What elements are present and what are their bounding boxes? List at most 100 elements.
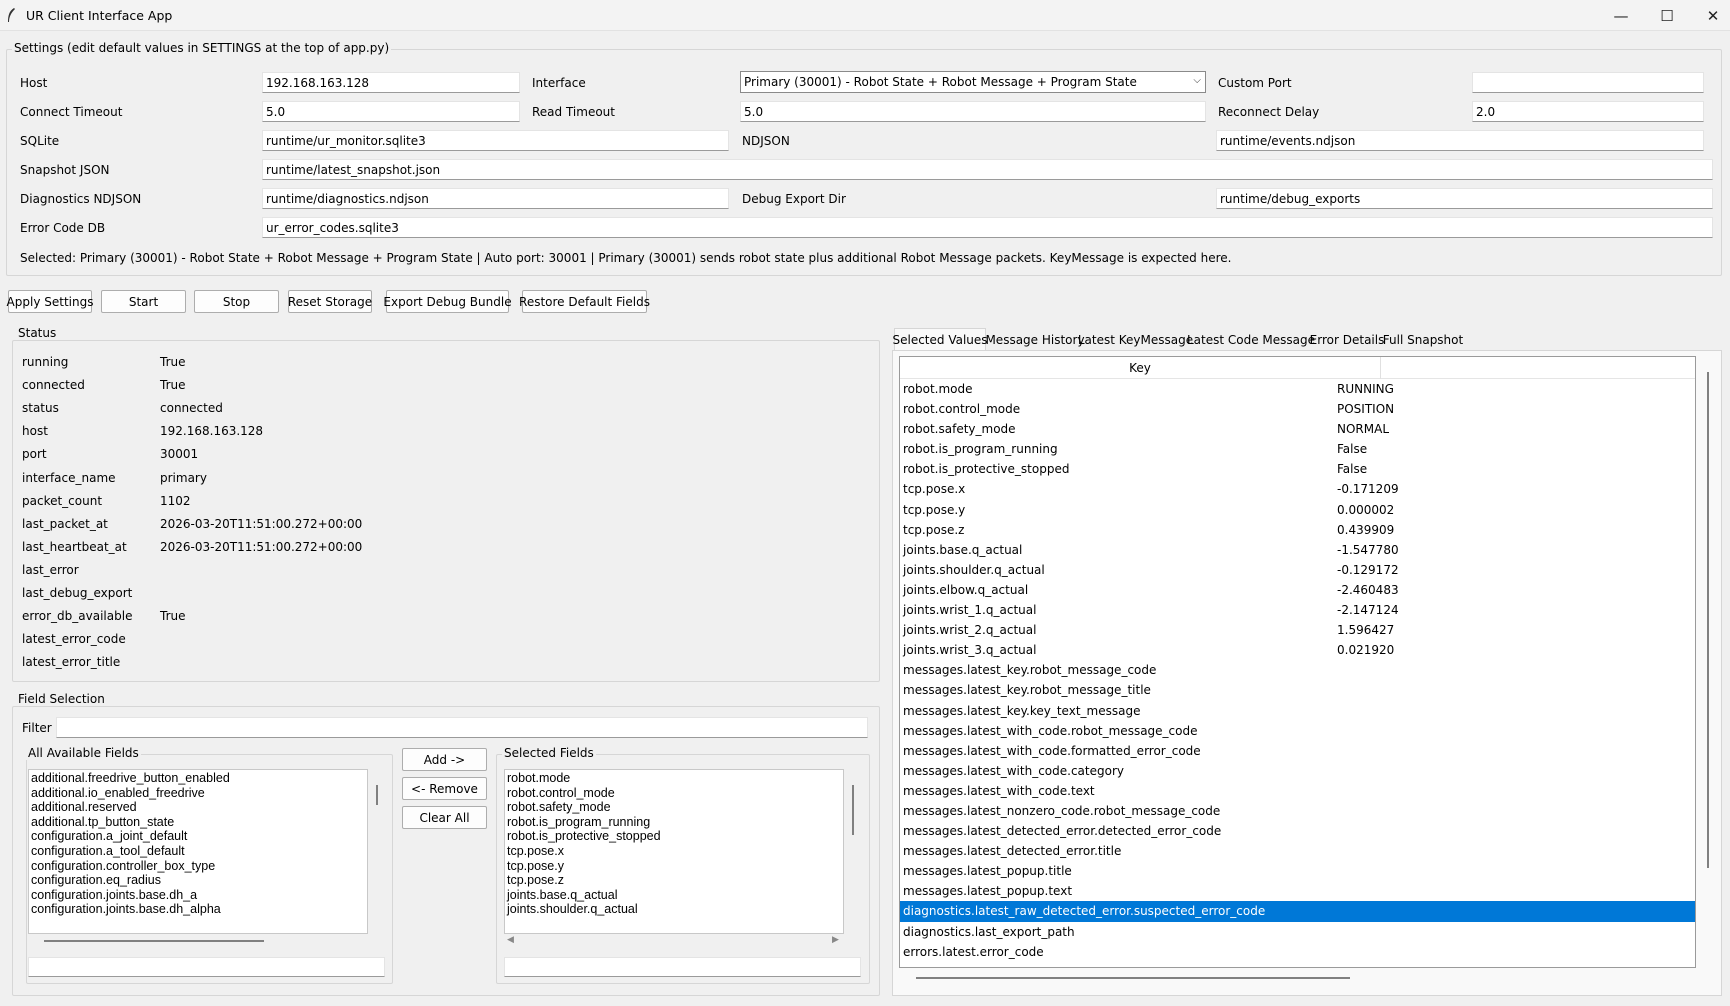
available-fields-hscrollbar[interactable] bbox=[44, 940, 264, 942]
table-row[interactable]: messages.latest_nonzero_code.robot_messa… bbox=[900, 801, 1695, 821]
table-row[interactable]: messages.latest_with_code.robot_message_… bbox=[900, 721, 1695, 741]
table-row[interactable]: joints.elbow.q_actual -2.460483 bbox=[900, 580, 1695, 600]
table-row[interactable]: messages.latest_with_code.category bbox=[900, 761, 1695, 781]
list-item[interactable]: joints.shoulder.q_actual bbox=[505, 902, 843, 917]
custom-port-input[interactable] bbox=[1472, 72, 1704, 93]
table-row[interactable]: tcp.pose.y 0.000002 bbox=[900, 500, 1695, 520]
diagnostics-ndjson-input[interactable]: runtime/diagnostics.ndjson bbox=[262, 188, 729, 209]
table-row[interactable]: joints.wrist_3.q_actual 0.021920 bbox=[900, 640, 1695, 660]
table-row[interactable]: messages.latest_key.robot_message_code bbox=[900, 660, 1695, 680]
start-button[interactable]: Start bbox=[101, 290, 186, 313]
list-item[interactable]: configuration.a_joint_default bbox=[29, 829, 367, 844]
table-row[interactable]: messages.latest_with_code.formatted_erro… bbox=[900, 741, 1695, 761]
available-fields-list[interactable]: additional.freedrive_button_enabled addit… bbox=[28, 769, 368, 934]
table-row[interactable]: tcp.pose.x -0.171209 bbox=[900, 479, 1695, 499]
table-row[interactable]: joints.wrist_2.q_actual 1.596427 bbox=[900, 620, 1695, 640]
row-key: messages.latest_detected_error.title bbox=[903, 844, 1122, 859]
list-item[interactable]: additional.freedrive_button_enabled bbox=[29, 771, 367, 786]
available-fields-entry[interactable] bbox=[28, 957, 385, 977]
table-row[interactable]: robot.safety_mode NORMAL bbox=[900, 419, 1695, 439]
selected-fields-entry[interactable] bbox=[504, 957, 861, 977]
table-row[interactable]: messages.latest_with_code.text bbox=[900, 781, 1695, 801]
clear-all-button[interactable]: Clear All bbox=[402, 806, 487, 829]
key-column-header[interactable]: Key bbox=[900, 361, 1380, 375]
table-row[interactable]: messages.latest_popup.title bbox=[900, 861, 1695, 881]
list-item[interactable]: tcp.pose.x bbox=[505, 844, 843, 859]
list-item[interactable]: additional.io_enabled_freedrive bbox=[29, 786, 367, 801]
selected-values-table[interactable]: Key robot.mode RUNNING robot.control_mode P… bbox=[899, 356, 1696, 968]
list-item[interactable]: joints.base.q_actual bbox=[505, 888, 843, 903]
table-row[interactable]: messages.latest_popup.text bbox=[900, 881, 1695, 901]
list-item[interactable]: robot.is_program_running bbox=[505, 815, 843, 830]
remove-field-button[interactable]: <- Remove bbox=[402, 777, 487, 800]
table-row[interactable]: messages.latest_key.key_text_message bbox=[900, 701, 1695, 721]
table-row[interactable]: diagnostics.latest_raw_detected_error.su… bbox=[900, 901, 1695, 922]
list-item[interactable]: tcp.pose.y bbox=[505, 859, 843, 874]
list-item[interactable]: additional.reserved bbox=[29, 800, 367, 815]
read-timeout-input[interactable]: 5.0 bbox=[740, 101, 1206, 122]
filter-input[interactable] bbox=[56, 717, 868, 738]
tab-full-snapshot[interactable]: Full Snapshot bbox=[1383, 330, 1463, 350]
debug-export-dir-input[interactable]: runtime/debug_exports bbox=[1216, 188, 1713, 209]
scroll-left-icon[interactable]: ◀ bbox=[507, 935, 514, 945]
minimize-button[interactable]: — bbox=[1598, 0, 1644, 31]
selected-fields-list[interactable]: robot.mode robot.control_mode robot.safety… bbox=[504, 769, 844, 934]
list-item[interactable]: configuration.eq_radius bbox=[29, 873, 367, 888]
tab-message-history[interactable]: Message History bbox=[985, 330, 1084, 350]
reconnect-delay-input[interactable]: 2.0 bbox=[1472, 101, 1704, 122]
list-item[interactable]: robot.control_mode bbox=[505, 786, 843, 801]
stop-button[interactable]: Stop bbox=[194, 290, 279, 313]
tab-selected-values[interactable]: Selected Values bbox=[892, 328, 988, 350]
table-row[interactable]: joints.shoulder.q_actual -0.129172 bbox=[900, 560, 1695, 580]
tab-latest-keymessage[interactable]: Latest KeyMessage bbox=[1078, 330, 1193, 350]
list-item[interactable]: additional.tp_button_state bbox=[29, 815, 367, 830]
status-key: last_heartbeat_at bbox=[22, 539, 127, 554]
table-row[interactable]: messages.latest_key.robot_message_title bbox=[900, 680, 1695, 700]
ndjson-input[interactable]: runtime/events.ndjson bbox=[1216, 130, 1704, 151]
tab-error-details[interactable]: Error Details bbox=[1310, 330, 1385, 350]
sqlite-input[interactable]: runtime/ur_monitor.sqlite3 bbox=[262, 130, 729, 151]
interface-select[interactable]: Primary (30001) - Robot State + Robot Me… bbox=[740, 71, 1206, 93]
list-item[interactable]: robot.is_protective_stopped bbox=[505, 829, 843, 844]
values-hscrollbar[interactable] bbox=[916, 977, 1350, 979]
tab-latest-code-message[interactable]: Latest Code Message bbox=[1187, 330, 1315, 350]
connect-timeout-input[interactable]: 5.0 bbox=[262, 101, 520, 122]
column-divider[interactable] bbox=[1380, 357, 1381, 379]
error-code-db-input[interactable]: ur_error_codes.sqlite3 bbox=[262, 217, 1713, 238]
values-vscrollbar[interactable] bbox=[1707, 372, 1709, 868]
add-field-button[interactable]: Add -> bbox=[402, 748, 487, 771]
table-row[interactable]: diagnostics.last_export_path bbox=[900, 922, 1695, 942]
restore-default-fields-button[interactable]: Restore Default Fields bbox=[519, 290, 650, 313]
row-value: -0.129172 bbox=[1337, 562, 1399, 577]
table-row[interactable]: messages.latest_detected_error.title bbox=[900, 841, 1695, 861]
reset-storage-button[interactable]: Reset Storage bbox=[288, 290, 372, 313]
table-row[interactable]: robot.is_protective_stopped False bbox=[900, 459, 1695, 479]
export-debug-bundle-button[interactable]: Export Debug Bundle bbox=[383, 290, 512, 313]
status-value: 2026-03-20T11:51:00.272+00:00 bbox=[160, 539, 363, 554]
snapshot-json-input[interactable]: runtime/latest_snapshot.json bbox=[262, 159, 1713, 180]
available-fields-vscrollbar[interactable] bbox=[376, 785, 378, 805]
table-row[interactable]: errors.latest.error_code bbox=[900, 942, 1695, 962]
table-row[interactable]: tcp.pose.z 0.439909 bbox=[900, 520, 1695, 540]
host-input[interactable]: 192.168.163.128 bbox=[262, 72, 520, 93]
list-item[interactable]: configuration.joints.base.dh_a bbox=[29, 888, 367, 903]
table-row[interactable]: joints.base.q_actual -1.547780 bbox=[900, 540, 1695, 560]
list-item[interactable]: tcp.pose.z bbox=[505, 873, 843, 888]
status-key: running bbox=[22, 355, 69, 369]
table-row[interactable]: robot.mode RUNNING bbox=[900, 379, 1695, 399]
list-item[interactable]: robot.mode bbox=[505, 771, 843, 786]
list-item[interactable]: configuration.controller_box_type bbox=[29, 859, 367, 874]
scroll-right-icon[interactable]: ▶ bbox=[832, 935, 839, 945]
table-row[interactable]: robot.is_program_running False bbox=[900, 439, 1695, 459]
selected-fields-vscrollbar[interactable] bbox=[852, 785, 854, 835]
apply-settings-button[interactable]: Apply Settings bbox=[7, 290, 93, 313]
list-item[interactable]: configuration.a_tool_default bbox=[29, 844, 367, 859]
list-item[interactable]: robot.safety_mode bbox=[505, 800, 843, 815]
table-row[interactable]: messages.latest_detected_error.detected_… bbox=[900, 821, 1695, 841]
maximize-button[interactable]: ☐ bbox=[1644, 0, 1690, 31]
interface-label: Interface bbox=[532, 76, 586, 90]
close-button[interactable]: ✕ bbox=[1690, 0, 1730, 31]
list-item[interactable]: configuration.joints.base.dh_alpha bbox=[29, 902, 367, 917]
table-row[interactable]: joints.wrist_1.q_actual -2.147124 bbox=[900, 600, 1695, 620]
table-row[interactable]: robot.control_mode POSITION bbox=[900, 399, 1695, 419]
